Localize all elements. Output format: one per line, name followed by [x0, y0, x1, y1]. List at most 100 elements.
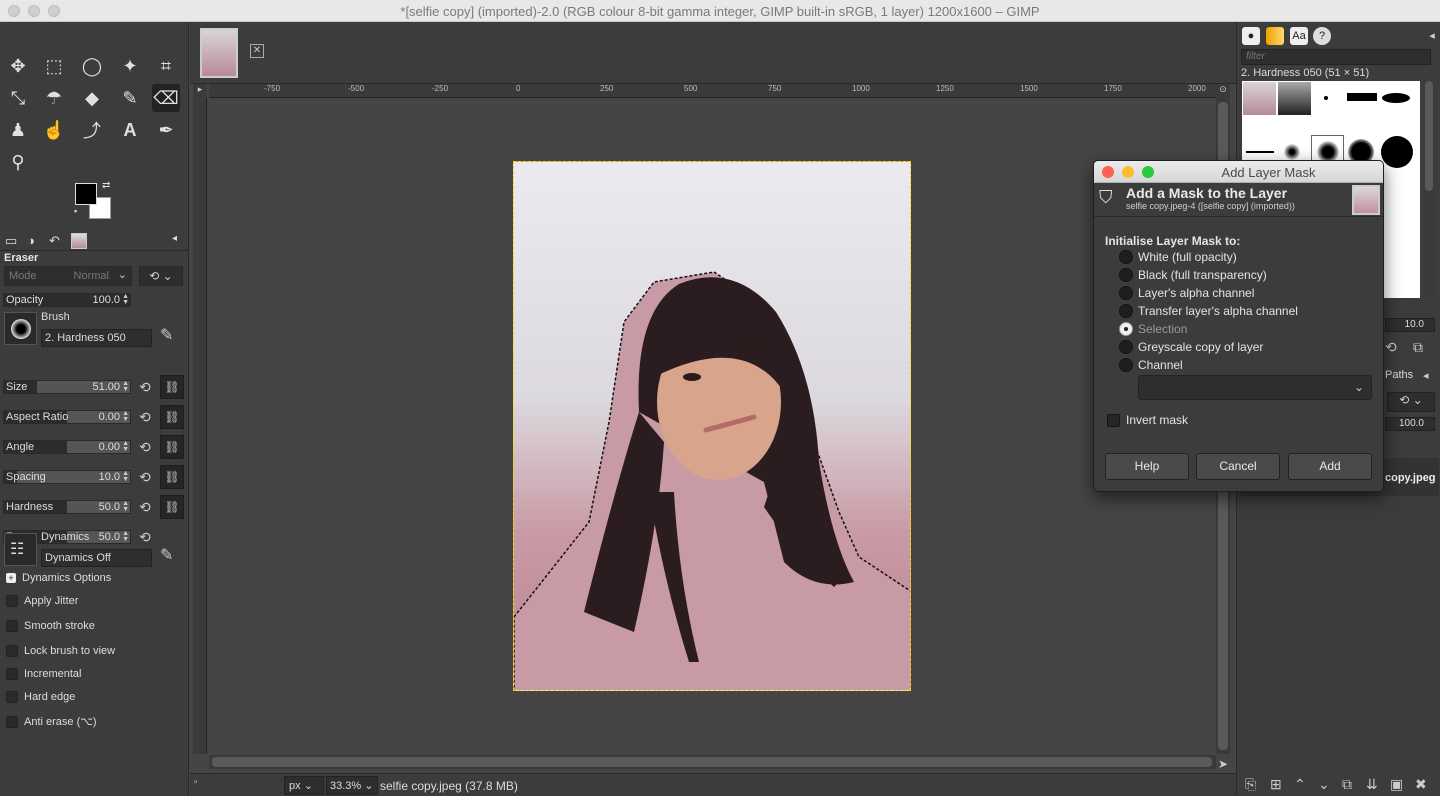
radio-option[interactable]: Layer's alpha channel — [1119, 286, 1254, 300]
brush-preview[interactable] — [4, 312, 37, 345]
brush-filter-input[interactable]: filter — [1241, 49, 1431, 65]
undo-history-tab-icon[interactable]: ↶ — [49, 233, 60, 249]
radio-option[interactable]: Greyscale copy of layer — [1119, 340, 1263, 354]
radio-option[interactable]: White (full opacity) — [1119, 250, 1237, 264]
color-picker-tool-icon[interactable]: ✒ — [152, 116, 180, 144]
checkbox-box[interactable] — [6, 595, 18, 607]
opacity-slider[interactable]: Opacity 100.0 ▲ ▼ — [3, 293, 131, 307]
merge-layer-icon[interactable]: ⇊ — [1366, 776, 1378, 793]
dynamics-preview[interactable]: ☷ — [4, 533, 37, 566]
transform-tool-icon[interactable]: ⤡ — [4, 84, 32, 112]
default-colors-icon[interactable]: ▪ — [74, 206, 77, 216]
open-editor-icon[interactable]: ⧉ — [1413, 339, 1423, 356]
brush-thumb-6[interactable] — [1246, 151, 1274, 153]
reset-icon[interactable]: ⟲ — [139, 500, 153, 514]
checkbox-4[interactable]: Hard edge — [6, 691, 75, 703]
checkbox-2[interactable]: Lock brush to view — [6, 645, 115, 657]
reset-icon[interactable]: ⟲ — [139, 380, 153, 394]
paths-tab[interactable]: Paths — [1385, 369, 1413, 381]
warp-tool-icon[interactable]: ☂ — [40, 84, 68, 112]
checkbox-box[interactable] — [6, 691, 18, 703]
radio-dot[interactable] — [1119, 304, 1133, 318]
smudge-tool-icon[interactable]: ☝ — [40, 116, 68, 144]
horizontal-scrollbar[interactable] — [209, 755, 1216, 769]
slider-hardness[interactable]: Hardness 50.0 ▲ ▼ — [3, 500, 131, 514]
radio-option[interactable]: Selection — [1119, 322, 1187, 336]
checkbox-3[interactable]: Incremental — [6, 668, 81, 680]
link-icon[interactable]: ⛓ — [160, 465, 184, 489]
edit-brush-icon[interactable]: ✎ — [160, 325, 173, 345]
help-tab-icon[interactable]: ? — [1313, 27, 1331, 45]
new-layer-group-icon[interactable]: ⊞ — [1270, 776, 1282, 793]
raise-layer-icon[interactable]: ⌃ — [1294, 776, 1306, 793]
device-status-tab-icon[interactable]: ◑ — [27, 233, 35, 248]
link-icon[interactable]: ⛓ — [160, 375, 184, 399]
brush-thumb-1[interactable] — [1243, 82, 1276, 115]
checkbox-1[interactable]: Smooth stroke — [6, 620, 95, 632]
zoom-window-icon[interactable]: ⊙ — [1216, 84, 1230, 98]
invert-mask-box[interactable] — [1107, 413, 1120, 427]
checkbox-5[interactable]: Anti erase (⌥) — [6, 715, 97, 728]
channel-select[interactable]: ⌄ — [1138, 375, 1372, 400]
brush-thumb-4[interactable] — [1347, 93, 1377, 101]
image-canvas[interactable] — [209, 98, 1216, 754]
clone-tool-icon[interactable]: ♟ — [4, 116, 32, 144]
add-mask-icon[interactable]: ▣ — [1390, 776, 1403, 793]
checkbox-0[interactable]: Apply Jitter — [6, 595, 78, 607]
add-button[interactable]: Add — [1288, 453, 1372, 480]
slider-size[interactable]: Size 51.00 ▲ ▼ — [3, 380, 131, 394]
bucket-fill-tool-icon[interactable]: ◆ — [78, 84, 106, 112]
eraser-tool-icon[interactable]: ⌫ — [152, 84, 180, 112]
reset-icon[interactable]: ⟲ — [1385, 339, 1397, 356]
crop-tool-icon[interactable]: ⌗ — [152, 52, 180, 80]
spin-arrows-icon[interactable]: ▲ ▼ — [122, 530, 129, 543]
layer-mode-options[interactable]: ⟲ ⌄ — [1387, 392, 1435, 412]
dynamics-name-field[interactable]: Dynamics Off — [41, 549, 152, 567]
layer-opacity-field[interactable]: 100.0 — [1385, 417, 1435, 431]
spin-arrows-icon[interactable]: ▲ ▼ — [122, 500, 129, 513]
rect-select-tool-icon[interactable]: ⬚ — [40, 52, 68, 80]
brush-thumb-3[interactable] — [1324, 96, 1328, 100]
reset-icon[interactable]: ⟲ — [139, 410, 153, 424]
spacing-field[interactable]: 10.0 — [1385, 318, 1435, 332]
help-button[interactable]: Help — [1105, 453, 1189, 480]
brush-name-field[interactable]: 2. Hardness 050 — [41, 329, 152, 347]
edit-dynamics-icon[interactable]: ✎ — [160, 545, 173, 565]
fg-bg-colors[interactable]: ⇄ ▪ — [74, 180, 118, 222]
swap-colors-icon[interactable]: ⇄ — [102, 180, 110, 191]
slider-angle[interactable]: Angle 0.00 ▲ ▼ — [3, 440, 131, 454]
spin-arrows-icon[interactable]: ▲ ▼ — [122, 380, 129, 393]
configure-tab-icon[interactable]: ◂ — [172, 233, 177, 244]
checkbox-box[interactable] — [6, 645, 18, 657]
reset-icon[interactable]: ⟲ — [139, 530, 153, 544]
zoom-tool-icon[interactable]: ⚲ — [4, 148, 32, 176]
close-image-tab-icon[interactable]: ✕ — [250, 44, 264, 58]
patterns-tab-icon[interactable] — [1266, 27, 1284, 45]
images-tab-icon[interactable] — [71, 233, 87, 249]
radio-dot[interactable] — [1119, 322, 1133, 336]
tool-options-tab-icon[interactable]: ▭ — [5, 233, 17, 249]
navigate-icon[interactable]: ➤ — [1218, 757, 1228, 771]
brush-scroll-thumb[interactable] — [1425, 81, 1433, 191]
spin-arrows-icon[interactable]: ▲ ▼ — [122, 440, 129, 453]
brushes-tab-icon[interactable]: ● — [1242, 27, 1260, 45]
brush-thumb-10[interactable] — [1381, 136, 1413, 168]
checkbox-box[interactable] — [6, 715, 18, 728]
invert-mask-checkbox[interactable]: Invert mask — [1107, 413, 1188, 427]
configure-tab-icon[interactable]: ◂ — [1423, 369, 1429, 382]
dynamics-options-expander[interactable]: + Dynamics Options — [6, 572, 111, 584]
radio-dot[interactable] — [1119, 340, 1133, 354]
text-tool-icon[interactable]: A — [116, 116, 144, 144]
mode-options-button[interactable]: ⟲ ⌄ — [139, 266, 183, 286]
brush-thumb-5[interactable] — [1382, 93, 1410, 103]
brush-scrollbar[interactable] — [1423, 81, 1435, 298]
free-select-tool-icon[interactable]: ◯ — [78, 52, 106, 80]
link-icon[interactable]: ⛓ — [160, 405, 184, 429]
spin-arrows-icon[interactable]: ▲ ▼ — [122, 293, 129, 306]
radio-dot[interactable] — [1119, 358, 1133, 372]
slider-spacing[interactable]: Spacing 10.0 ▲ ▼ — [3, 470, 131, 484]
duplicate-layer-icon[interactable]: ⧉ — [1342, 776, 1352, 793]
radio-option[interactable]: Black (full transparency) — [1119, 268, 1267, 282]
horizontal-scroll-thumb[interactable] — [212, 757, 1212, 767]
quick-mask-corner-icon[interactable]: ▸ — [193, 84, 207, 98]
